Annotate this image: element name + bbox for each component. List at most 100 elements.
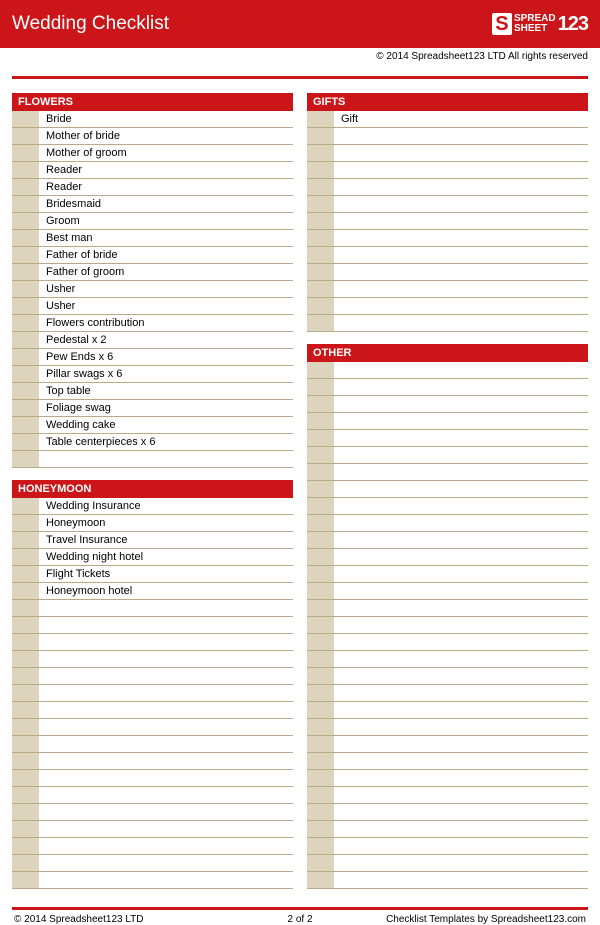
checkbox-cell[interactable] xyxy=(12,230,40,246)
checkbox-cell[interactable] xyxy=(12,566,40,582)
checkbox-cell[interactable] xyxy=(307,702,335,718)
checkbox-cell[interactable] xyxy=(12,196,40,212)
checkbox-cell[interactable] xyxy=(307,396,335,412)
checkbox-cell[interactable] xyxy=(307,145,335,161)
checkbox-cell[interactable] xyxy=(307,281,335,297)
checkbox-cell[interactable] xyxy=(307,770,335,786)
checkbox-cell[interactable] xyxy=(12,128,40,144)
checkbox-cell[interactable] xyxy=(12,332,40,348)
checkbox-cell[interactable] xyxy=(12,770,40,786)
checkbox-cell[interactable] xyxy=(12,515,40,531)
checkbox-cell[interactable] xyxy=(307,213,335,229)
checkbox-cell[interactable] xyxy=(12,600,40,616)
checkbox-cell[interactable] xyxy=(307,430,335,446)
checkbox-cell[interactable] xyxy=(307,447,335,463)
checkbox-cell[interactable] xyxy=(12,617,40,633)
checkbox-cell[interactable] xyxy=(307,872,335,888)
checkbox-cell[interactable] xyxy=(307,566,335,582)
list-item xyxy=(12,872,293,889)
checkbox-cell[interactable] xyxy=(307,583,335,599)
checkbox-cell[interactable] xyxy=(12,532,40,548)
checkbox-cell[interactable] xyxy=(12,787,40,803)
checkbox-cell[interactable] xyxy=(12,634,40,650)
item-label xyxy=(335,481,341,497)
checkbox-cell[interactable] xyxy=(307,549,335,565)
checkbox-cell[interactable] xyxy=(307,532,335,548)
checkbox-cell[interactable] xyxy=(12,804,40,820)
checkbox-cell[interactable] xyxy=(12,753,40,769)
checkbox-cell[interactable] xyxy=(307,804,335,820)
checkbox-cell[interactable] xyxy=(12,451,40,467)
checkbox-cell[interactable] xyxy=(307,617,335,633)
checkbox-cell[interactable] xyxy=(12,366,40,382)
checkbox-cell[interactable] xyxy=(307,719,335,735)
checkbox-cell[interactable] xyxy=(307,264,335,280)
item-label xyxy=(335,753,341,769)
checkbox-cell[interactable] xyxy=(307,315,335,331)
list-item: Honeymoon hotel xyxy=(12,583,293,600)
checkbox-cell[interactable] xyxy=(12,736,40,752)
checkbox-cell[interactable] xyxy=(307,668,335,684)
checkbox-cell[interactable] xyxy=(307,838,335,854)
checkbox-cell[interactable] xyxy=(307,162,335,178)
checkbox-cell[interactable] xyxy=(12,383,40,399)
checkbox-cell[interactable] xyxy=(307,379,335,395)
checkbox-cell[interactable] xyxy=(12,821,40,837)
checkbox-cell[interactable] xyxy=(307,600,335,616)
checkbox-cell[interactable] xyxy=(12,400,40,416)
checkbox-cell[interactable] xyxy=(307,787,335,803)
checkbox-cell[interactable] xyxy=(307,651,335,667)
list-item: Top table xyxy=(12,383,293,400)
checkbox-cell[interactable] xyxy=(307,753,335,769)
checkbox-cell[interactable] xyxy=(12,651,40,667)
list-item xyxy=(307,162,588,179)
checkbox-cell[interactable] xyxy=(307,247,335,263)
checkbox-cell[interactable] xyxy=(12,111,40,127)
checkbox-cell[interactable] xyxy=(12,855,40,871)
checkbox-cell[interactable] xyxy=(12,498,40,514)
checkbox-cell[interactable] xyxy=(307,481,335,497)
checkbox-cell[interactable] xyxy=(307,515,335,531)
checkbox-cell[interactable] xyxy=(307,498,335,514)
checkbox-cell[interactable] xyxy=(12,685,40,701)
checkbox-cell[interactable] xyxy=(307,362,335,378)
checkbox-cell[interactable] xyxy=(12,349,40,365)
checkbox-cell[interactable] xyxy=(12,298,40,314)
checkbox-cell[interactable] xyxy=(12,162,40,178)
checkbox-cell[interactable] xyxy=(12,213,40,229)
item-label xyxy=(40,685,46,701)
checkbox-cell[interactable] xyxy=(12,179,40,195)
checkbox-cell[interactable] xyxy=(307,464,335,480)
checkbox-cell[interactable] xyxy=(307,413,335,429)
list-item xyxy=(307,685,588,702)
checkbox-cell[interactable] xyxy=(12,247,40,263)
list-item: Usher xyxy=(12,281,293,298)
checkbox-cell[interactable] xyxy=(307,128,335,144)
checkbox-cell[interactable] xyxy=(12,719,40,735)
checkbox-cell[interactable] xyxy=(307,179,335,195)
checkbox-cell[interactable] xyxy=(12,315,40,331)
checkbox-cell[interactable] xyxy=(307,634,335,650)
checkbox-cell[interactable] xyxy=(12,549,40,565)
checkbox-cell[interactable] xyxy=(12,838,40,854)
checkbox-cell[interactable] xyxy=(12,872,40,888)
checkbox-cell[interactable] xyxy=(12,281,40,297)
checkbox-cell[interactable] xyxy=(12,434,40,450)
item-label: Flowers contribution xyxy=(40,315,144,331)
checkbox-cell[interactable] xyxy=(12,145,40,161)
checkbox-cell[interactable] xyxy=(307,855,335,871)
checkbox-cell[interactable] xyxy=(307,821,335,837)
item-label xyxy=(335,634,341,650)
checkbox-cell[interactable] xyxy=(307,298,335,314)
checkbox-cell[interactable] xyxy=(12,417,40,433)
checkbox-cell[interactable] xyxy=(307,196,335,212)
checkbox-cell[interactable] xyxy=(307,685,335,701)
checkbox-cell[interactable] xyxy=(307,230,335,246)
checkbox-cell[interactable] xyxy=(12,668,40,684)
checkbox-cell[interactable] xyxy=(307,111,335,127)
list-item: Reader xyxy=(12,162,293,179)
checkbox-cell[interactable] xyxy=(12,583,40,599)
checkbox-cell[interactable] xyxy=(12,702,40,718)
checkbox-cell[interactable] xyxy=(307,736,335,752)
checkbox-cell[interactable] xyxy=(12,264,40,280)
